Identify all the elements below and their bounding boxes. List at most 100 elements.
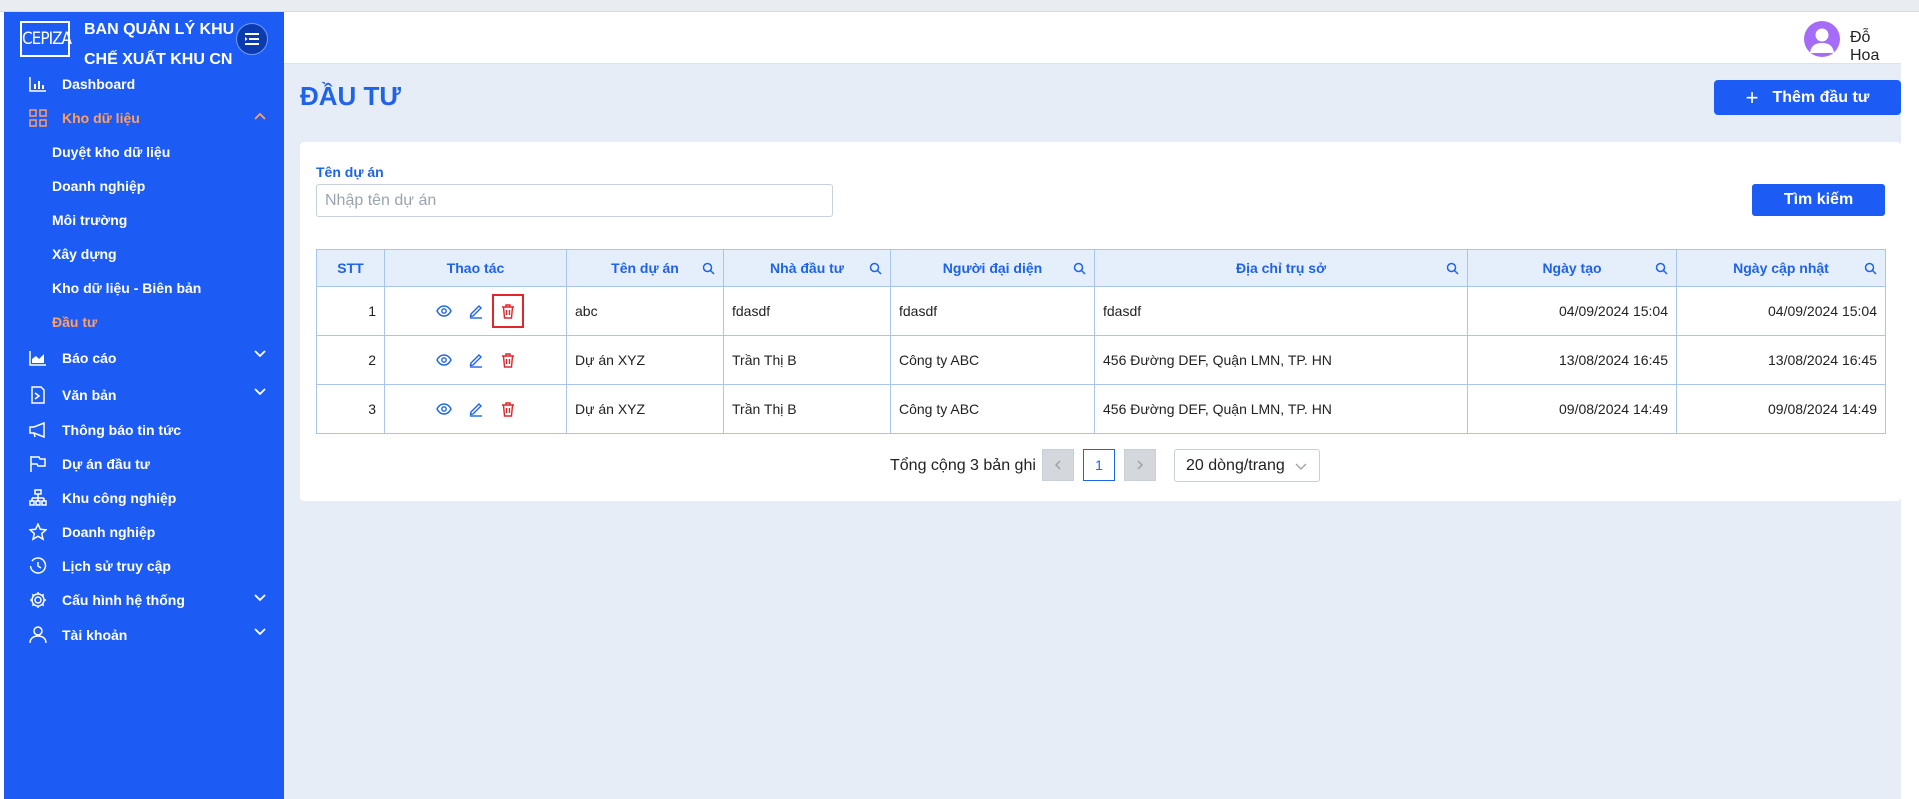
column-header-ngay-cap-nhat: Ngày cập nhật [1676,249,1886,287]
sidebar-item-label: Khu công nghiệp [62,490,177,506]
cell-ngay-tao: 13/08/2024 16:45 [1467,335,1677,385]
edit-button[interactable] [460,344,492,376]
sidebar-item-thong-bao-tin-tuc[interactable]: Thông báo tin tức [4,413,284,447]
sidebar-item-kho-du-lieu[interactable]: Kho dữ liệu [4,101,284,135]
cell-nha-dau-tu: Trần Thị B [723,335,891,385]
sidebar-item-van-ban[interactable]: Văn bản [4,377,284,413]
star-icon [28,522,48,542]
view-button[interactable] [428,393,460,425]
sidebar-item-du-an-dau-tu[interactable]: Dự án đầu tư [4,447,284,481]
sidebar-nav: Dashboard Kho dữ liệu Duyệt kho dữ liệu … [4,67,284,653]
column-header-stt: STT [316,249,385,287]
search-icon[interactable] [1446,262,1459,275]
sidebar-subitem-duyet-kho-du-lieu[interactable]: Duyệt kho dữ liệu [4,135,284,169]
sidebar-item-label: Doanh nghiệp [62,524,156,540]
search-icon[interactable] [702,262,715,275]
delete-button[interactable] [492,344,524,376]
cell-stt: 3 [316,384,385,434]
sidebar-item-lich-su-truy-cap[interactable]: Lịch sử truy cập [4,549,284,583]
sidebar-subitem-moi-truong[interactable]: Môi trường [4,203,284,237]
view-button[interactable] [428,344,460,376]
cell-nguoi-dai-dien: Công ty ABC [890,335,1095,385]
sidebar-item-label: Dashboard [62,76,136,92]
gear-icon [28,590,48,610]
sidebar-item-doanh-nghiep[interactable]: Doanh nghiệp [4,515,284,549]
project-name-input[interactable] [316,184,833,217]
cell-actions [384,335,567,385]
column-header-ten-du-an: Tên dự án [566,249,724,287]
cell-ten-du-an: Dự án XYZ [566,384,724,434]
table-row: 3 Dự án XYZ Trần Thị B Công ty ABC 456 Đ… [316,384,1886,434]
view-button[interactable] [428,295,460,327]
delete-button[interactable] [491,294,524,328]
delete-button[interactable] [492,393,524,425]
sidebar-item-cau-hinh-he-thong[interactable]: Cấu hình hệ thống [4,583,284,617]
trash-icon [501,401,514,417]
username[interactable]: Đỗ Hoa [1850,29,1901,65]
cell-ngay-cap-nhat: 09/08/2024 14:49 [1676,384,1886,434]
sidebar-item-label: Báo cáo [62,350,117,366]
project-name-label: Tên dự án [316,164,384,180]
table-row: 2 Dự án XYZ Trần Thị B Công ty ABC 456 Đ… [316,335,1886,385]
search-icon[interactable] [1655,262,1668,275]
cell-actions [384,286,567,336]
table-header-row: STT Thao tác Tên dự án Nhà đầu tư Người … [316,249,1886,287]
eye-icon [435,354,452,366]
brand-title: BAN QUẢN LÝ KHU CHẾ XUẤT KHU CN [84,15,244,75]
page-size-select[interactable]: 20 dòng/trang [1174,449,1320,482]
prev-page-button[interactable] [1042,449,1074,481]
bar-chart-icon [28,74,48,94]
sidebar-item-tai-khoan[interactable]: Tài khoản [4,617,284,653]
page-number-button[interactable]: 1 [1083,449,1115,481]
edit-button[interactable] [460,295,492,327]
trash-icon [501,303,514,319]
cluster-icon [28,488,48,508]
eye-icon [435,305,452,317]
area-chart-icon [28,348,48,368]
collapse-menu-button[interactable] [236,23,268,55]
add-investment-button[interactable]: + Thêm đầu tư [1714,80,1901,115]
search-icon[interactable] [1864,262,1877,275]
user-icon [28,625,48,645]
brand: CEPIZA BAN QUẢN LÝ KHU CHẾ XUẤT KHU CN [4,12,284,68]
sidebar-subitem-dau-tu[interactable]: Đầu tư [4,305,284,339]
cell-nguoi-dai-dien: fdasdf [890,286,1095,336]
search-button[interactable]: Tìm kiếm [1752,184,1885,216]
sidebar-item-label: Tài khoản [62,627,128,643]
search-icon[interactable] [869,262,882,275]
sidebar-item-khu-cong-nghiep[interactable]: Khu công nghiệp [4,481,284,515]
sidebar-subitem-bien-ban[interactable]: Kho dữ liệu - Biên bản [4,271,284,305]
total-records: Tổng cộng 3 bản ghi [890,457,1036,474]
avatar[interactable] [1804,21,1840,57]
page-title: ĐẦU TƯ [300,81,402,111]
sidebar-subitem-xay-dung[interactable]: Xây dựng [4,237,284,271]
topbar: Đỗ Hoa [284,12,1901,64]
cell-stt: 2 [316,335,385,385]
chevron-right-icon [1137,460,1143,470]
pagination: Tổng cộng 3 bản ghi 1 20 dòng/trang [300,449,1901,483]
cell-nha-dau-tu: fdasdf [723,286,891,336]
sidebar-item-label: Cấu hình hệ thống [62,592,185,608]
investment-table: STT Thao tác Tên dự án Nhà đầu tư Người … [316,249,1886,434]
edit-icon [469,403,482,417]
brand-title-line1: BAN QUẢN LÝ KHU [84,21,235,38]
chevron-down-icon [254,350,266,358]
page-size-value: 20 dòng/trang [1186,456,1285,474]
cell-stt: 1 [316,286,385,336]
sidebar-item-dashboard[interactable]: Dashboard [4,67,284,101]
search-icon[interactable] [1073,262,1086,275]
sidebar-item-bao-cao[interactable]: Báo cáo [4,339,284,377]
sidebar-item-label: Kho dữ liệu [62,110,140,126]
column-header-ngay-tao: Ngày tạo [1467,249,1677,287]
cell-nguoi-dai-dien: Công ty ABC [890,384,1095,434]
browser-chrome-strip [0,0,1919,12]
sidebar-subitem-doanh-nghiep[interactable]: Doanh nghiệp [4,169,284,203]
chevron-up-icon [254,112,266,120]
sidebar-item-label: Thông báo tin tức [62,422,182,438]
next-page-button[interactable] [1124,449,1156,481]
edit-button[interactable] [460,393,492,425]
column-header-nguoi-dai-dien: Người đại diện [890,249,1095,287]
cell-ngay-tao: 09/08/2024 14:49 [1467,384,1677,434]
sidebar-item-label: Lịch sử truy cập [62,558,171,574]
cell-actions [384,384,567,434]
